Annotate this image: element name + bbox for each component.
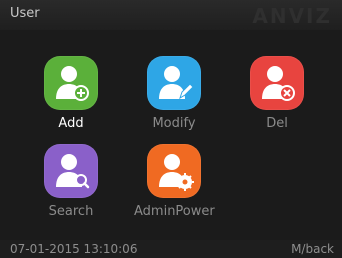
brand-logo: ANVIZ — [252, 4, 332, 28]
menu-label-adminpower: AdminPower — [134, 204, 215, 219]
datetime: 07-01-2015 13:10:06 — [10, 242, 138, 256]
menu-label-del: Del — [266, 116, 288, 131]
user-search-icon — [44, 144, 98, 198]
user-edit-icon — [147, 56, 201, 110]
page-title: User — [10, 6, 40, 21]
menu-label-search: Search — [48, 204, 94, 219]
menu-item-add[interactable]: Add — [31, 56, 111, 131]
menu-item-search[interactable]: Search — [31, 144, 111, 219]
menu-label-modify: Modify — [152, 116, 196, 131]
status-bar: 07-01-2015 13:10:06 M/back — [0, 240, 342, 258]
menu-label-add: Add — [58, 116, 84, 131]
user-delete-icon — [250, 56, 304, 110]
menu-item-del[interactable]: Del — [237, 56, 317, 131]
device-screen: User ANVIZ Add Modify Del Search AdminPo… — [0, 0, 342, 258]
menu-item-adminpower[interactable]: AdminPower — [134, 144, 215, 219]
title-bar: User ANVIZ — [0, 0, 342, 30]
back-hint: M/back — [291, 242, 334, 256]
menu-item-modify[interactable]: Modify — [134, 56, 214, 131]
user-settings-icon — [147, 144, 201, 198]
user-add-icon — [44, 56, 98, 110]
